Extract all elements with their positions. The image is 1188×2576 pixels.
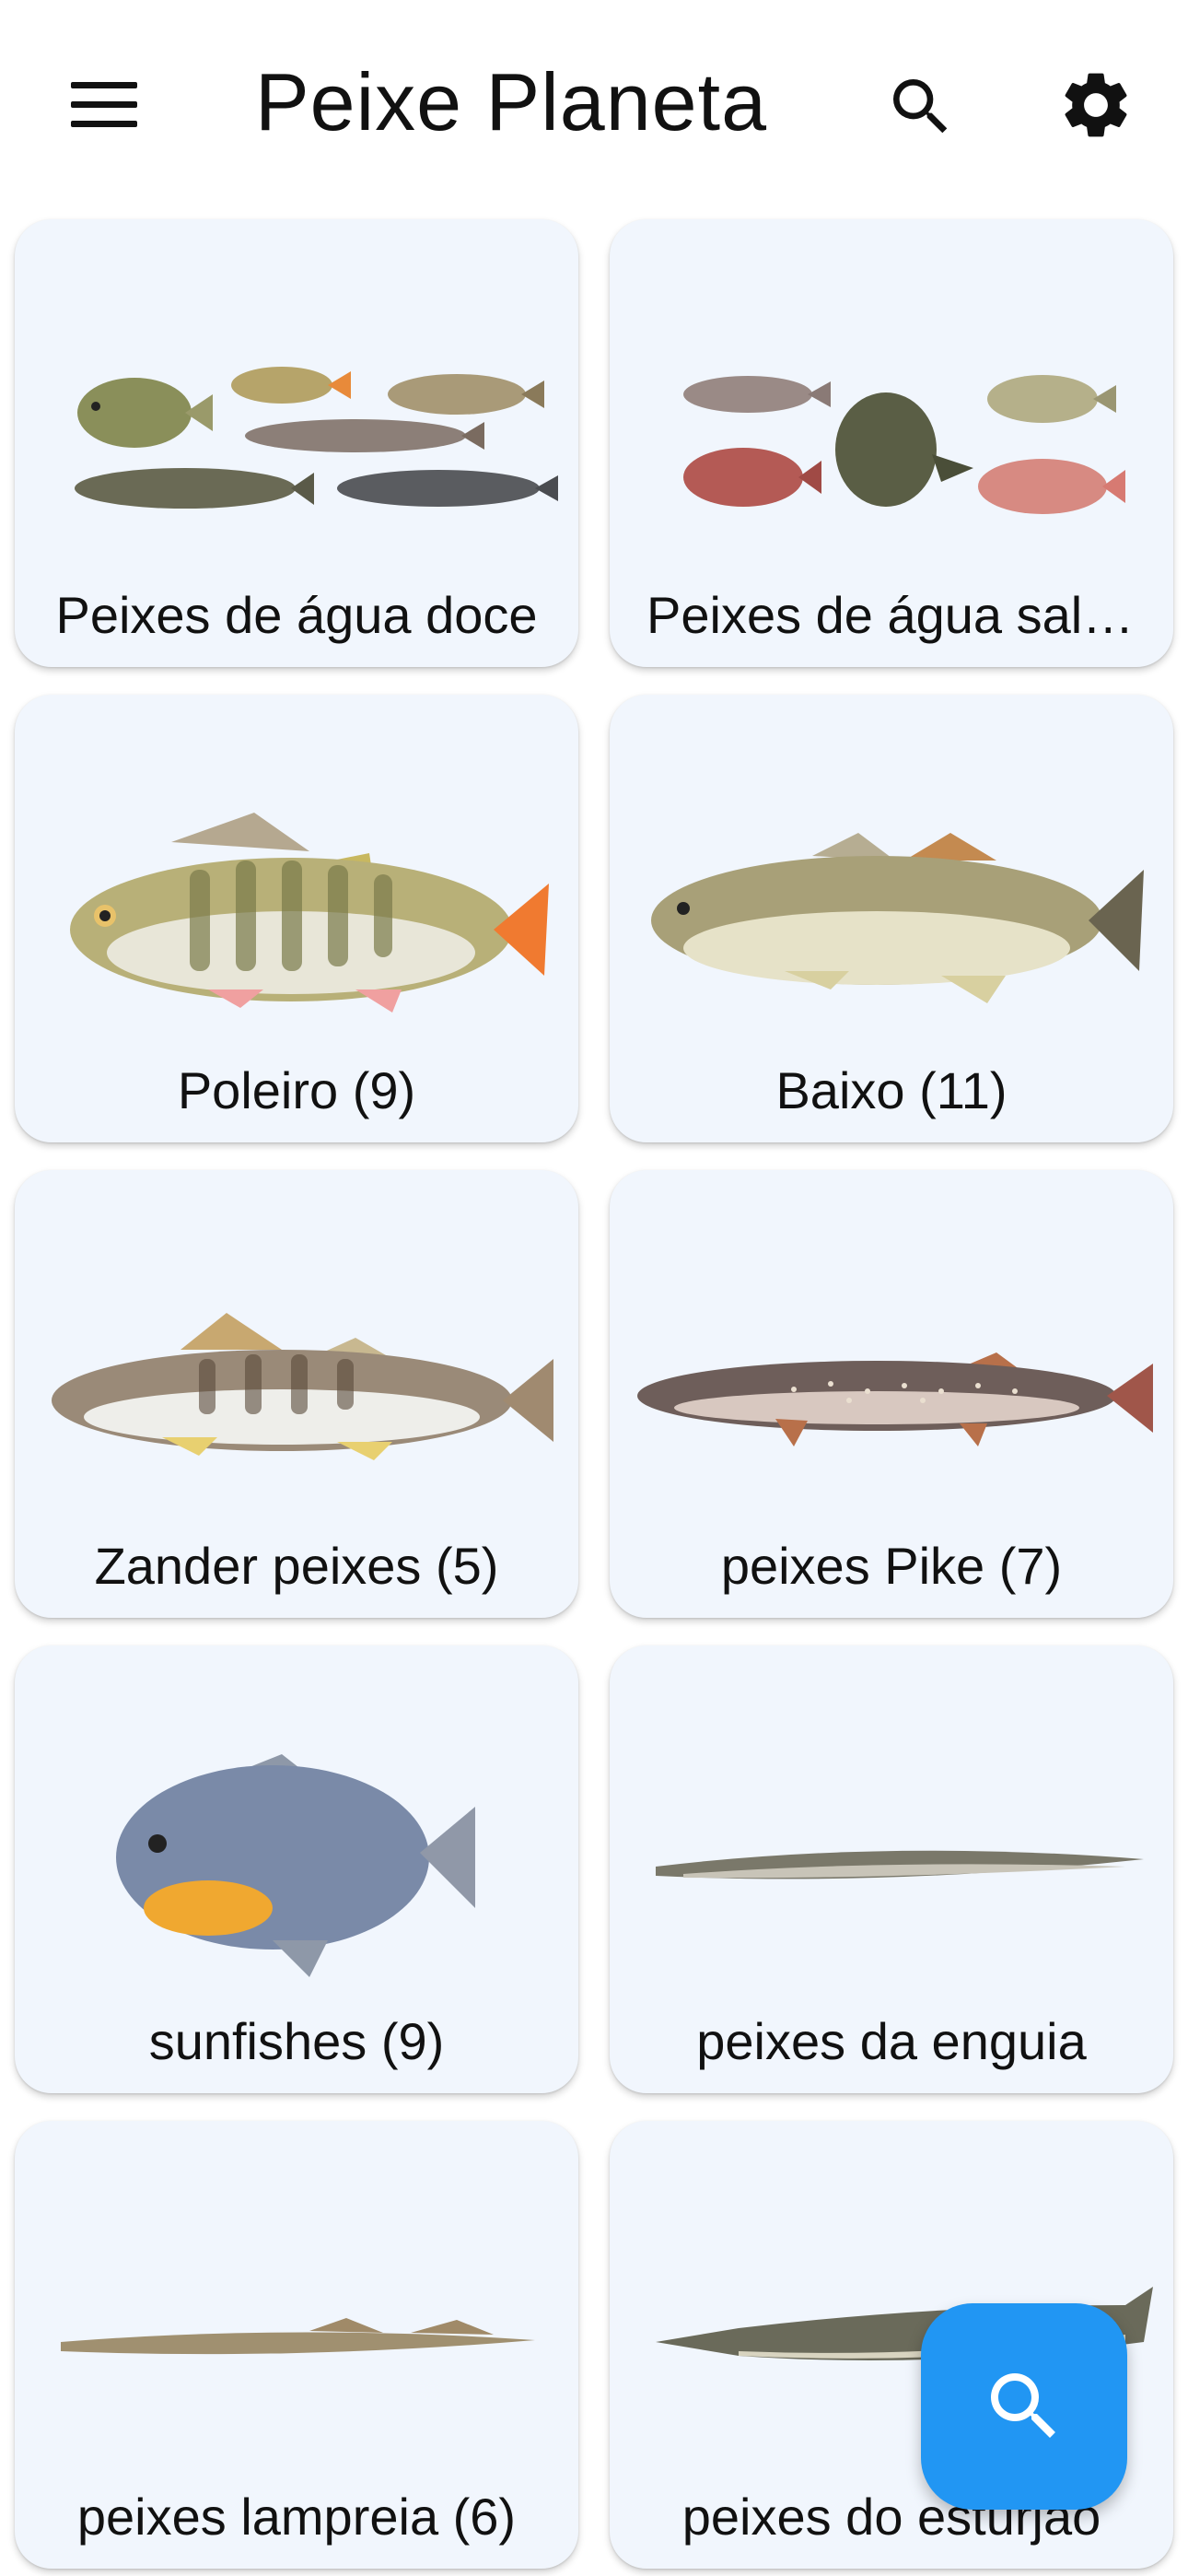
search-icon [991, 2373, 1055, 2438]
pike-fish-image [637, 1352, 1153, 1446]
freshwater-fish-group-image [75, 367, 558, 509]
category-card-sunfish[interactable]: sunfishes (9) [15, 1645, 578, 2093]
category-card-freshwater[interactable]: Peixes de água doce [15, 219, 578, 667]
category-label: Poleiro (9) [177, 1061, 416, 1119]
fab-search-button[interactable] [921, 2303, 1127, 2510]
category-label: sunfishes (9) [148, 2012, 445, 2070]
lamprey-fish-image [61, 2318, 535, 2355]
app-title: Peixe Planeta [254, 56, 768, 147]
category-label: peixes da enguia [696, 2012, 1087, 2070]
perch-fish-image [70, 813, 549, 1013]
app-bar: Peixe Planeta [0, 0, 1188, 205]
search-button[interactable] [875, 61, 967, 153]
category-label: Baixo (11) [775, 1061, 1007, 1119]
saltwater-fish-group-image [683, 375, 1125, 514]
category-label: Zander peixes (5) [94, 1537, 499, 1595]
category-card-lamprey[interactable]: peixes lampreia (6) [15, 2121, 578, 2569]
sunfish-image [116, 1754, 475, 1977]
category-label: peixes lampreia (6) [76, 2488, 517, 2546]
category-card-pike[interactable]: peixes Pike (7) [610, 1170, 1173, 1618]
gear-icon [1065, 73, 1127, 137]
zander-fish-image [52, 1313, 553, 1460]
category-label: Peixes de água salgada [646, 586, 1136, 644]
bass-fish-image [651, 833, 1144, 1003]
search-icon [893, 79, 948, 134]
eel-fish-image [656, 1850, 1144, 1879]
category-label: peixes Pike (7) [720, 1537, 1063, 1595]
category-card-bass[interactable]: Baixo (11) [610, 695, 1173, 1142]
category-card-eel[interactable]: peixes da enguia [610, 1645, 1173, 2093]
category-card-saltwater[interactable]: Peixes de água salgada [610, 219, 1173, 667]
category-card-zander[interactable]: Zander peixes (5) [15, 1170, 578, 1618]
category-label: Peixes de água doce [55, 586, 538, 644]
category-card-perch[interactable]: Poleiro (9) [15, 695, 578, 1142]
settings-button[interactable] [1050, 59, 1142, 151]
